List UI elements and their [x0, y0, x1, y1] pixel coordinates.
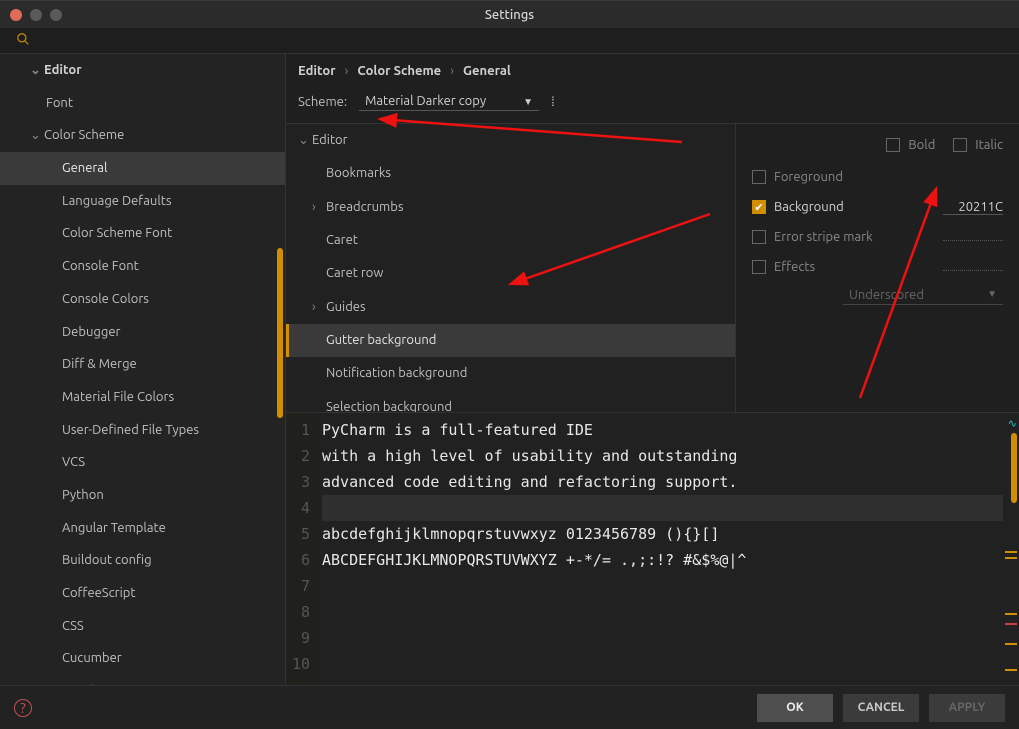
sidebar-item[interactable]: Console Colors [0, 283, 285, 316]
cancel-button[interactable]: CANCEL [843, 694, 919, 722]
scheme-row: Scheme: Material Darker copy ▼ ⁞ [286, 82, 1019, 123]
chevron-right-icon: › [312, 195, 322, 220]
gear-icon[interactable]: ⁞ [551, 94, 557, 109]
preview-right-gutter: ∿ [1003, 413, 1019, 685]
chevron-down-icon: ⌄ [298, 128, 308, 153]
min-dot[interactable] [30, 9, 42, 21]
bold-checkbox[interactable] [886, 138, 900, 152]
tree-item[interactable]: ›Guides [286, 291, 735, 324]
settings-search-bar[interactable] [0, 28, 1019, 54]
breadcrumb: Editor › Color Scheme › General [286, 54, 1019, 82]
sidebar-scrollbar[interactable] [277, 248, 283, 418]
tree-item[interactable]: Selection background [286, 391, 735, 412]
sidebar-item[interactable]: User-Defined File Types [0, 414, 285, 447]
preview-scrollbar[interactable] [1011, 433, 1017, 503]
pulse-icon: ∿ [1008, 417, 1017, 430]
scheme-select[interactable]: Material Darker copy ▼ [359, 92, 539, 111]
main-panel: Editor › Color Scheme › General Scheme: … [286, 54, 1019, 685]
effects-label: Effects [774, 260, 815, 274]
sidebar-item[interactable]: CSS [0, 610, 285, 643]
chevron-down-icon: ⌄ [30, 58, 40, 83]
sidebar-item[interactable]: Python [0, 479, 285, 512]
sidebar-item[interactable]: Color Scheme Font [0, 217, 285, 250]
sidebar-item[interactable]: Cucumber [0, 642, 285, 675]
color-properties: Bold Italic Foreground ✔ Background 2021… [736, 124, 1019, 412]
search-icon [16, 32, 30, 49]
sidebar-item[interactable]: VCS [0, 446, 285, 479]
sidebar-item[interactable]: Font [0, 87, 285, 120]
background-checkbox[interactable]: ✔ [752, 200, 766, 214]
window-title: Settings [485, 8, 534, 22]
sidebar-item[interactable]: ⌄Editor [0, 54, 285, 87]
italic-checkbox[interactable] [953, 138, 967, 152]
background-label: Background [774, 200, 844, 214]
sidebar-item[interactable]: Buildout config [0, 544, 285, 577]
tree-item[interactable]: Notification background [286, 357, 735, 390]
sidebar-item[interactable]: Diff & Merge [0, 348, 285, 381]
tree-item[interactable]: Bookmarks [286, 157, 735, 190]
preview-code: PyCharm is a full-featured IDEwith a hig… [316, 413, 1003, 685]
sidebar-item[interactable]: CoffeeScript [0, 577, 285, 610]
background-color-field[interactable]: 20211C [943, 200, 1003, 215]
scheme-label: Scheme: [298, 95, 347, 109]
chevron-down-icon: ▼ [987, 288, 997, 302]
error-stripe-color-field[interactable] [943, 233, 1003, 241]
chevron-down-icon: ▼ [523, 96, 533, 108]
settings-sidebar: ⌄EditorFont⌄Color SchemeGeneralLanguage … [0, 54, 286, 685]
foreground-label: Foreground [774, 170, 843, 184]
preview-gutter: 12345678910 [286, 413, 316, 685]
effects-checkbox[interactable] [752, 260, 766, 274]
tree-item[interactable]: Gutter background [286, 324, 735, 357]
dialog-footer: ? OK CANCEL APPLY [0, 685, 1019, 729]
bold-label: Bold [908, 138, 935, 152]
effects-color-field[interactable] [943, 263, 1003, 271]
effect-type-select[interactable]: Underscored ▼ [843, 286, 1003, 305]
sidebar-item[interactable]: Console Font [0, 250, 285, 283]
crumb-color-scheme[interactable]: Color Scheme [357, 64, 441, 78]
color-tree: ⌄EditorBookmarks›BreadcrumbsCaretCaret r… [286, 124, 736, 412]
sidebar-item[interactable]: General [0, 152, 285, 185]
titlebar: Settings [0, 0, 1019, 28]
sidebar-item[interactable]: Debugger [0, 316, 285, 349]
ok-button[interactable]: OK [757, 694, 833, 722]
max-dot[interactable] [50, 9, 62, 21]
sidebar-item[interactable]: ⌄Color Scheme [0, 119, 285, 152]
tree-item[interactable]: Caret [286, 224, 735, 257]
tree-item[interactable]: Caret row [286, 257, 735, 290]
foreground-checkbox[interactable] [752, 170, 766, 184]
sidebar-item[interactable]: Database [0, 675, 285, 685]
close-dot[interactable] [10, 9, 22, 21]
preview-editor: 12345678910 PyCharm is a full-featured I… [286, 413, 1019, 685]
error-stripe-checkbox[interactable] [752, 230, 766, 244]
chevron-right-icon: › [312, 295, 322, 320]
sidebar-item[interactable]: Language Defaults [0, 185, 285, 218]
crumb-general[interactable]: General [463, 64, 511, 78]
crumb-editor[interactable]: Editor [298, 64, 336, 78]
sidebar-item[interactable]: Angular Template [0, 512, 285, 545]
italic-label: Italic [975, 138, 1003, 152]
chevron-down-icon: ⌄ [30, 123, 40, 148]
error-stripe-label: Error stripe mark [774, 230, 873, 244]
tree-item[interactable]: ⌄Editor [286, 124, 735, 157]
tree-item[interactable]: ›Breadcrumbs [286, 191, 735, 224]
help-icon[interactable]: ? [14, 699, 32, 717]
sidebar-item[interactable]: Material File Colors [0, 381, 285, 414]
window-controls [10, 9, 62, 21]
apply-button[interactable]: APPLY [929, 694, 1005, 722]
